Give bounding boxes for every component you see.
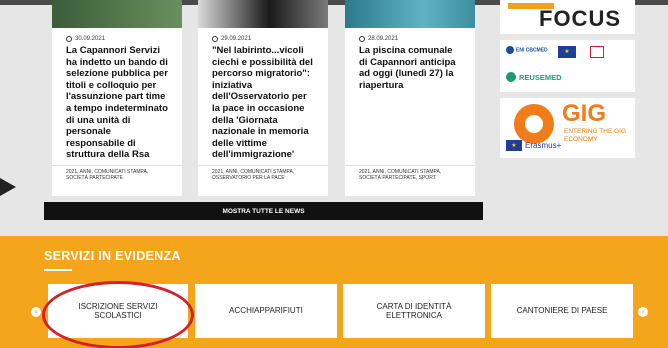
news-card[interactable]: 28.09.2021 La piscina comunale di Capann…	[345, 0, 475, 196]
gig-banner[interactable]: GIG ENTERING THE GIG ECONOMY Erasmus+	[500, 98, 635, 158]
clock-icon	[66, 36, 72, 42]
news-date-text: 29.09.2021	[221, 36, 252, 42]
reusemed-icon	[506, 72, 516, 82]
erasmus-label: Erasmus+	[525, 141, 562, 150]
news-tags[interactable]: 2021, ANNI, COMUNICATI STAMPA, SOCIETÀ P…	[359, 169, 463, 181]
divider	[345, 165, 475, 166]
news-card[interactable]: 29.09.2021 "Nel labirinto...vicoli ciech…	[198, 0, 328, 196]
chevron-right-icon[interactable]: ›	[638, 307, 648, 317]
regione-sardegna-logo	[590, 46, 604, 58]
news-date-text: 30.09.2021	[75, 36, 106, 42]
services-section: SERVIZI IN EVIDENZA ‹ ISCRIZIONE SERVIZI…	[0, 236, 668, 348]
reusemed-logo: REUSEMED	[506, 72, 562, 82]
service-card-acchiapparifiuti[interactable]: ACCHIAPPARIFIUTI	[195, 284, 337, 338]
news-tags[interactable]: 2021, ANNI, COMUNICATI STAMPA, SOCIETÀ P…	[66, 169, 170, 181]
eni-cbcmed-logo: ENI CBCMED	[506, 46, 548, 54]
divider	[52, 165, 182, 166]
clock-icon	[212, 36, 218, 42]
partner-logos-banner[interactable]: ENI CBCMED REUSEMED	[500, 40, 635, 92]
erasmus-logo: Erasmus+	[506, 140, 561, 151]
news-image[interactable]	[198, 0, 328, 28]
services-title: SERVIZI IN EVIDENZA	[44, 249, 181, 263]
divider	[198, 165, 328, 166]
clock-icon	[359, 36, 365, 42]
eu-flag-icon	[506, 140, 522, 151]
service-card-carta-identita-elettronica[interactable]: CARTA DI IDENTITÀ ELETTRONICA	[343, 284, 485, 338]
news-date: 28.09.2021	[359, 36, 398, 42]
focus-banner[interactable]: FOCUS	[500, 0, 635, 34]
reusemed-label: REUSEMED	[519, 72, 562, 82]
pointer-arrow-icon	[0, 178, 16, 196]
service-card-iscrizione-servizi-scolastici[interactable]: ISCRIZIONE SERVIZI SCOLASTICI	[48, 284, 188, 338]
gig-circle-icon	[514, 104, 554, 144]
news-image[interactable]	[345, 0, 475, 28]
service-card-cantoniere-di-paese[interactable]: CANTONIERE DI PAESE	[491, 284, 633, 338]
gig-subtitle: ENTERING THE GIG ECONOMY	[564, 128, 626, 143]
gig-logo: GIG	[562, 100, 607, 127]
title-underline	[44, 269, 72, 271]
eni-icon	[506, 46, 514, 54]
eni-label: ENI CBCMED	[516, 47, 548, 54]
chevron-left-icon[interactable]: ‹	[31, 307, 41, 317]
news-image[interactable]	[52, 0, 182, 28]
eu-flag-icon	[558, 46, 576, 58]
news-date: 29.09.2021	[212, 36, 251, 42]
news-title[interactable]: "Nel labirinto...vicoli ciechi e possibi…	[212, 45, 316, 161]
focus-logo: FOCUS	[539, 6, 621, 31]
news-title[interactable]: La Capannori Servizi ha indetto un bando…	[66, 45, 170, 161]
news-card[interactable]: 30.09.2021 La Capannori Servizi ha indet…	[52, 0, 182, 196]
news-title[interactable]: La piscina comunale di Capannori anticip…	[359, 45, 463, 91]
show-all-news-button[interactable]: MOSTRA TUTTE LE NEWS	[44, 202, 483, 220]
news-tags[interactable]: 2021, ANNI, COMUNICATI STAMPA, OSSERVATO…	[212, 169, 316, 181]
news-date-text: 28.09.2021	[368, 36, 399, 42]
news-date: 30.09.2021	[66, 36, 105, 42]
